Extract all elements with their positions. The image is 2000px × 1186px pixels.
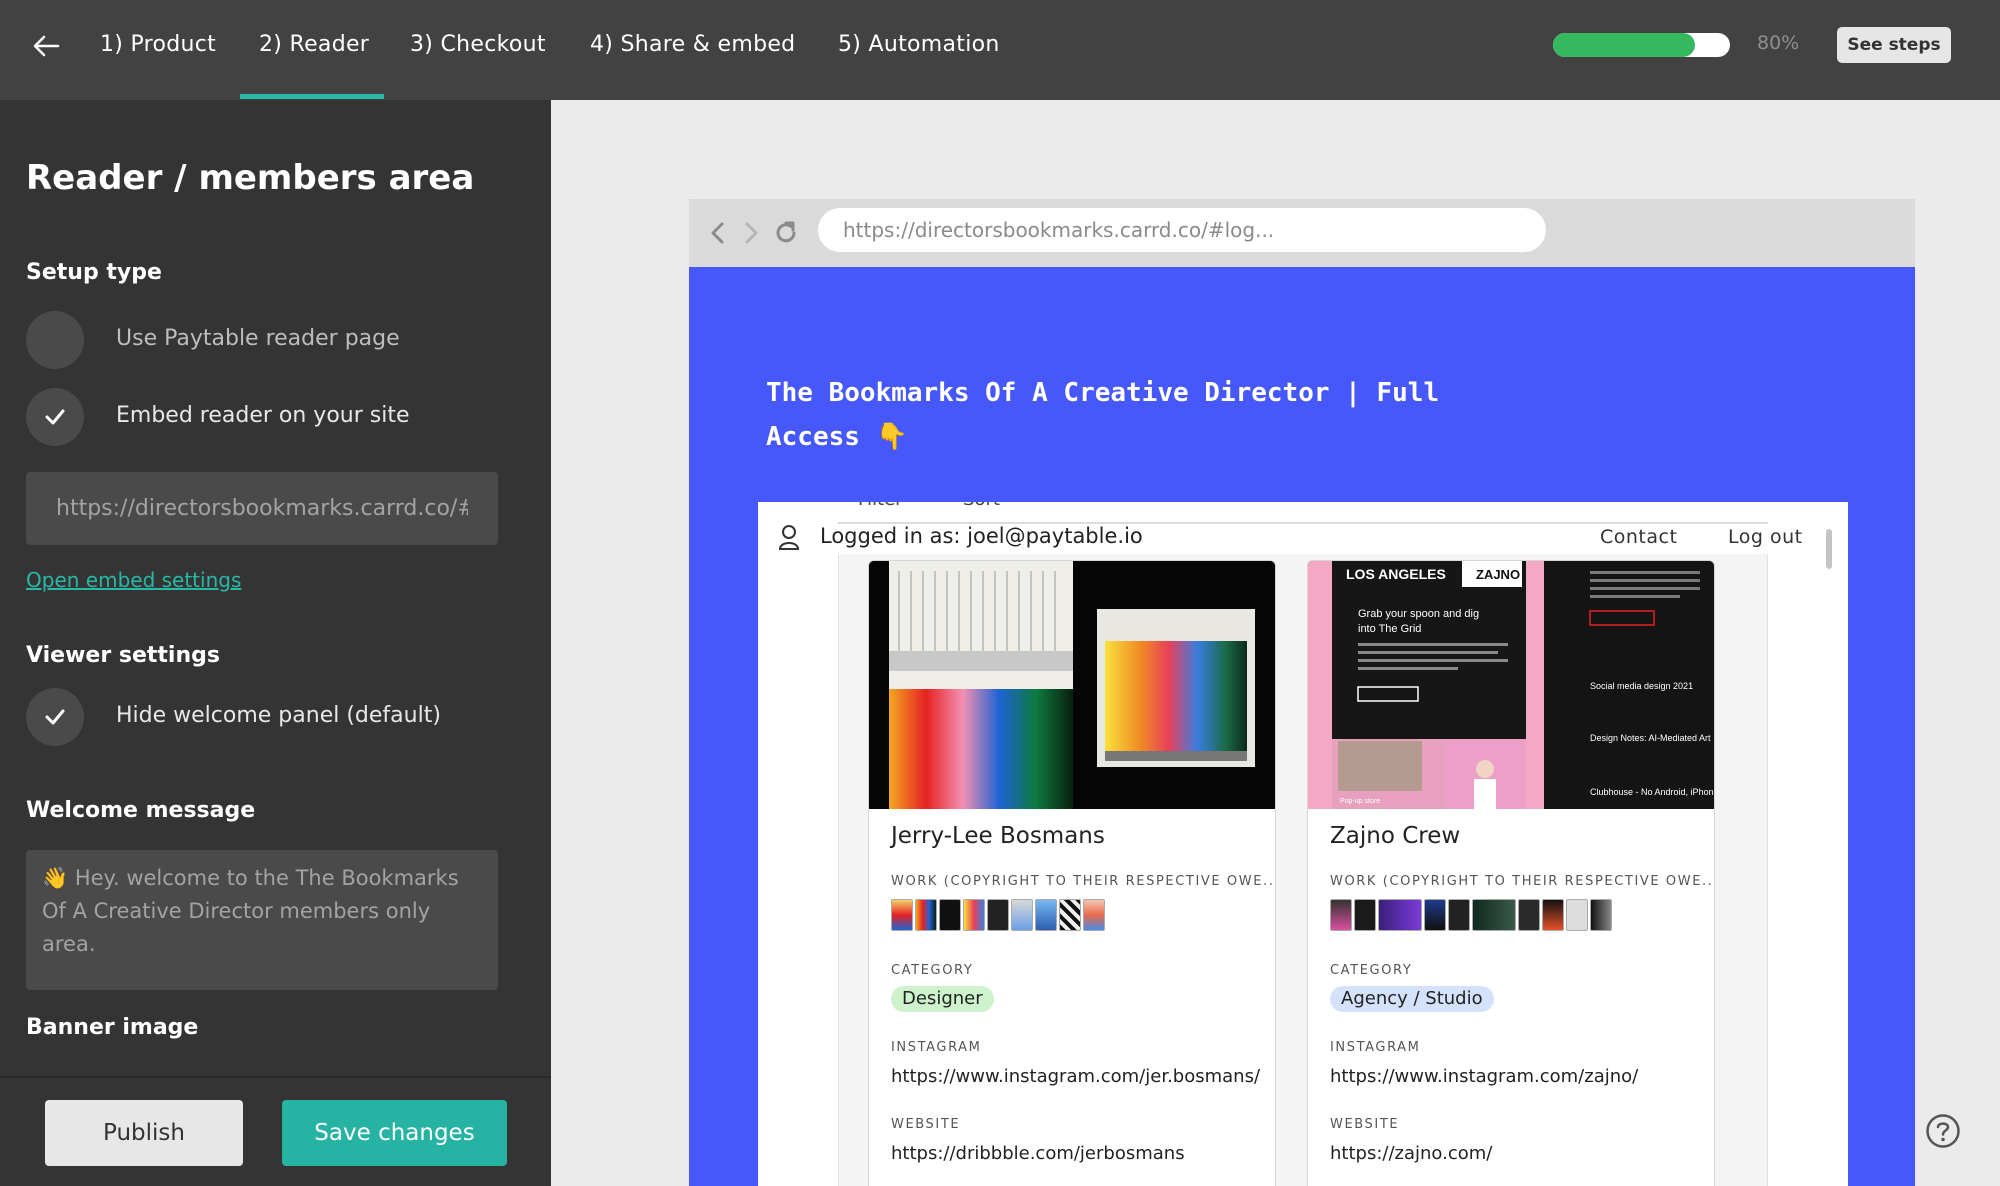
browser-address-bar[interactable]: https://directorsbookmarks.carrd.co/#log… [818, 208, 1546, 252]
setup-type-heading: Setup type [26, 260, 162, 285]
work-thumbnail[interactable] [1083, 899, 1105, 931]
welcome-message-textarea[interactable]: 👋 Hey. welcome to the The Bookmarks Of A… [26, 850, 498, 990]
work-thumbnail[interactable] [1590, 899, 1612, 931]
back-arrow-icon[interactable] [30, 30, 62, 62]
zajno-item-2: Design Notes: AI-Mediated Art [1590, 733, 1711, 743]
browser-forward-icon[interactable] [737, 218, 765, 248]
category-pill: Designer [891, 986, 994, 1012]
website-label: WEBSITE [891, 1117, 961, 1132]
work-thumbnails [891, 899, 1105, 931]
radio-label-embed-reader[interactable]: Embed reader on your site [116, 403, 410, 428]
zajno-item-1: Social media design 2021 [1590, 681, 1693, 691]
progress-percent: 80% [1757, 32, 1800, 54]
card-title: Jerry-Lee Bosmans [891, 823, 1105, 849]
settings-sidebar: Reader / members area Setup type Use Pay… [0, 100, 551, 1186]
work-thumbnail[interactable] [939, 899, 961, 931]
radio-paytable-reader[interactable] [26, 311, 84, 369]
tab-product[interactable]: 1) Product [100, 32, 216, 57]
page-title: Reader / members area [26, 158, 475, 198]
tab-checkout[interactable]: 3) Checkout [410, 32, 546, 57]
work-thumbnail[interactable] [1566, 899, 1588, 931]
welcome-message-heading: Welcome message [26, 798, 256, 823]
work-thumbnail[interactable] [1542, 899, 1564, 931]
hide-welcome-label[interactable]: Hide welcome panel (default) [116, 703, 441, 728]
instagram-link[interactable]: https://www.instagram.com/jer.bosmans/ [891, 1066, 1260, 1087]
checkmark-icon [45, 709, 65, 725]
logged-in-label: Logged in as: joel@paytable.io [820, 524, 1143, 548]
filter-sort-bar: Filter Sort [838, 502, 1768, 524]
website-label: WEBSITE [1330, 1117, 1400, 1132]
work-thumbnail[interactable] [1472, 899, 1516, 931]
radio-label-paytable-reader[interactable]: Use Paytable reader page [116, 326, 400, 351]
svg-text:Grab your spoon and dig: Grab your spoon and dig [1358, 608, 1479, 620]
work-thumbnail[interactable] [1330, 899, 1352, 931]
work-thumbnail[interactable] [1035, 899, 1057, 931]
work-thumbnail[interactable] [891, 899, 913, 931]
work-thumbnail[interactable] [1059, 899, 1081, 931]
work-thumbnail[interactable] [1378, 899, 1422, 931]
work-label: WORK (COPYRIGHT TO THEIR RESPECTIVE OWE.… [891, 874, 1276, 889]
instagram-link[interactable]: https://www.instagram.com/zajno/ [1330, 1066, 1638, 1087]
help-icon[interactable] [1925, 1113, 1961, 1149]
site-heading: The Bookmarks Of A Creative Director | F… [766, 378, 1440, 452]
browser-reload-icon[interactable] [772, 218, 800, 248]
browser-back-icon[interactable] [704, 218, 732, 248]
progress-fill [1553, 33, 1695, 57]
filter-button[interactable]: Filter [858, 502, 903, 510]
tab-share-embed[interactable]: 4) Share & embed [590, 32, 795, 57]
viewer-settings-heading: Viewer settings [26, 643, 220, 668]
city-text: LOS ANGELES [1346, 566, 1446, 582]
work-thumbnail[interactable] [1354, 899, 1376, 931]
work-thumbnail[interactable] [1011, 899, 1033, 931]
top-bar: 1) Product 2) Reader 3) Checkout 4) Shar… [0, 0, 2000, 100]
category-pill: Agency / Studio [1330, 986, 1494, 1012]
work-thumbnail[interactable] [1448, 899, 1470, 931]
work-thumbnails [1330, 899, 1612, 931]
see-steps-button[interactable]: See steps [1837, 27, 1951, 63]
work-thumbnail[interactable] [1518, 899, 1540, 931]
zajno-popup-text: Pop-up store [1340, 798, 1380, 805]
sort-button[interactable]: Sort [963, 502, 1000, 510]
active-tab-indicator [240, 94, 384, 99]
website-link[interactable]: https://dribbble.com/jerbosmans [891, 1143, 1185, 1164]
hide-welcome-checkbox[interactable] [26, 688, 84, 746]
brand-text: ZAJNO [1476, 567, 1520, 582]
svg-text:into The Grid: into The Grid [1358, 623, 1421, 635]
banner-image-heading: Banner image [26, 1015, 199, 1040]
embedded-reader: Filter Sort Logged in as: joel@paytable.… [758, 502, 1848, 1186]
card-cover-image [869, 561, 1275, 809]
work-thumbnail[interactable] [963, 899, 985, 931]
setup-progress-bar [1553, 33, 1730, 57]
publish-button[interactable]: Publish [45, 1100, 243, 1166]
card-title: Zajno Crew [1330, 823, 1461, 849]
zajno-item-3: Clubhouse - No Android, iPhone Only [1590, 787, 1715, 797]
tab-reader[interactable]: 2) Reader [259, 32, 369, 57]
work-thumbnail[interactable] [987, 899, 1009, 931]
tab-automation[interactable]: 5) Automation [838, 32, 1000, 57]
website-link[interactable]: https://zajno.com/ [1330, 1143, 1492, 1164]
preview-page: The Bookmarks Of A Creative Director | F… [689, 267, 1915, 1186]
site-preview-browser: https://directorsbookmarks.carrd.co/#log… [689, 199, 1915, 1186]
card-jerry-lee-bosmans[interactable]: Jerry-Lee Bosmans WORK (COPYRIGHT TO THE… [868, 560, 1276, 1186]
browser-chrome: https://directorsbookmarks.carrd.co/#log… [689, 199, 1915, 267]
card-zajno-crew[interactable]: LOS ANGELES ZAJNO Grab your spoon and di… [1307, 560, 1715, 1186]
checkmark-icon [45, 409, 65, 425]
open-embed-settings-link[interactable]: Open embed settings [26, 568, 241, 592]
radio-embed-reader[interactable] [26, 388, 84, 446]
contact-link[interactable]: Contact [1600, 526, 1677, 548]
card-cover-image: LOS ANGELES ZAJNO Grab your spoon and di… [1308, 561, 1715, 809]
user-icon [778, 525, 800, 550]
scrollbar[interactable] [1826, 529, 1832, 569]
work-label: WORK (COPYRIGHT TO THEIR RESPECTIVE OWE.… [1330, 874, 1715, 889]
instagram-label: INSTAGRAM [891, 1040, 982, 1055]
embed-url-input[interactable] [26, 472, 498, 545]
save-changes-button[interactable]: Save changes [282, 1100, 507, 1166]
work-thumbnail[interactable] [1424, 899, 1446, 931]
instagram-label: INSTAGRAM [1330, 1040, 1421, 1055]
sidebar-divider [0, 1076, 551, 1078]
category-label: CATEGORY [891, 963, 974, 978]
category-label: CATEGORY [1330, 963, 1413, 978]
logout-link[interactable]: Log out [1728, 526, 1803, 548]
work-thumbnail[interactable] [915, 899, 937, 931]
